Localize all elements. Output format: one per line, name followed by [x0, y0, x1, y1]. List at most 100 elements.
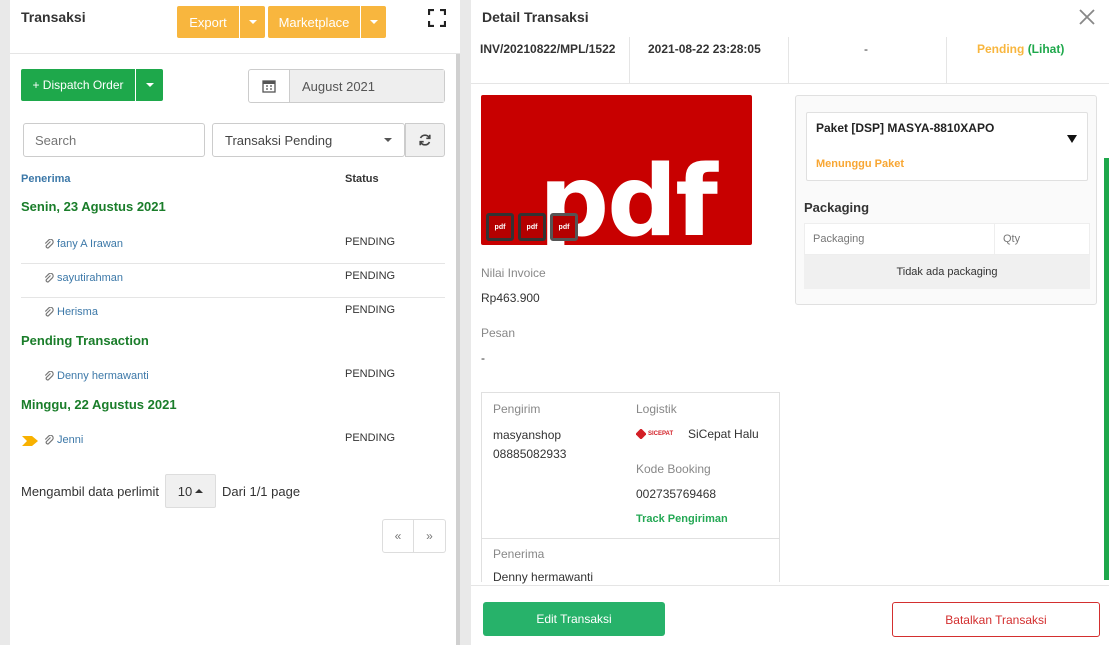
pdf-file-icon[interactable]: pdf — [550, 213, 578, 241]
divider — [482, 538, 779, 539]
booking-code-label: Kode Booking — [636, 462, 711, 476]
pdf-mini-label: pdf — [558, 223, 570, 231]
detail-header: Detail Transaksi — [471, 0, 1109, 37]
pager-next-button[interactable]: » — [414, 519, 446, 553]
receiver-name[interactable]: fany A Irawan — [57, 238, 123, 250]
refresh-button[interactable] — [405, 123, 445, 157]
export-dropdown-button[interactable] — [240, 6, 265, 38]
dispatch-group: + Dispatch Order — [21, 69, 163, 101]
group-title: Senin, 23 Agustus 2021 — [21, 199, 166, 214]
limit-select[interactable]: 10 — [165, 474, 217, 508]
summary-cell: Pending (Lihat) — [947, 37, 1109, 83]
close-icon[interactable] — [1079, 9, 1095, 25]
status-text: PENDING — [345, 368, 396, 380]
limit-value: 10 — [177, 483, 193, 499]
receiver-value: Denny hermawanti — [493, 570, 594, 584]
receiver-name[interactable]: sayutirahman — [57, 272, 123, 284]
detail-title: Detail Transaksi — [482, 9, 589, 25]
paperclip-icon — [44, 306, 54, 316]
detail-panel: Detail Transaksi INV/20210822/MPL/1522 2… — [471, 0, 1109, 645]
packaging-empty-row: Tidak ada packaging — [804, 255, 1090, 289]
table-row[interactable]: Jenni PENDING — [21, 426, 445, 460]
package-card: Paket [DSP] MASYA-8810XAPO Menunggu Pake… — [795, 95, 1097, 305]
package-status: Menunggu Paket — [816, 158, 905, 170]
page-title: Transaksi — [21, 9, 86, 25]
receiver-link[interactable]: Herisma — [44, 306, 98, 318]
packaging-table-header: Packaging Qty — [804, 223, 1090, 255]
logistics-value: SICEPAT SiCepat Halu — [636, 427, 759, 441]
sender-phone: 08885082933 — [493, 447, 567, 461]
receiver-link[interactable]: fany A Irawan — [44, 238, 123, 250]
sender-name: masyanshop — [493, 428, 562, 442]
group-title: Minggu, 22 Agustus 2021 — [21, 397, 177, 412]
summary-cell: INV/20210822/MPL/1522 — [471, 37, 630, 83]
packaging-column: Packaging — [805, 224, 995, 254]
table-row[interactable]: fany A Irawan PENDING — [21, 230, 445, 264]
marketplace-button[interactable]: Marketplace — [268, 6, 360, 38]
receiver-name[interactable]: Denny hermawanti — [57, 370, 149, 382]
table-row[interactable]: Herisma PENDING — [21, 298, 445, 332]
package-header[interactable]: Paket [DSP] MASYA-8810XAPO Menunggu Pake… — [806, 112, 1088, 181]
pdf-mini-label: pdf — [494, 223, 506, 231]
shipping-card: Pengirim masyanshop 08885082933 Logistik… — [481, 392, 780, 584]
pdf-mini-label: pdf — [526, 223, 538, 231]
receiver-link[interactable]: Jenni — [44, 434, 83, 446]
sicepat-logo: SICEPAT — [636, 427, 682, 441]
dispatch-dropdown-button[interactable] — [136, 69, 163, 101]
message-label: Pesan — [481, 326, 516, 340]
edit-transaction-button[interactable]: Edit Transaksi — [483, 602, 665, 636]
status-text: PENDING — [345, 304, 396, 316]
paperclip-icon — [44, 434, 54, 444]
transaction-list-panel: Transaksi Export Marketplace + Dispatch … — [10, 0, 460, 645]
chevron-down-icon — [369, 20, 378, 24]
limit-suffix: Dari 1/1 page — [222, 483, 301, 499]
invoice-pdf-preview[interactable]: pdf pdf pdf pdf — [481, 95, 752, 245]
invoice-number: INV/20210822/MPL/1522 — [480, 42, 616, 56]
receiver-link[interactable]: Denny hermawanti — [44, 370, 149, 382]
status-filter-select[interactable]: Transaksi Pending — [212, 123, 405, 157]
marketplace-dropdown-button[interactable] — [361, 6, 386, 38]
export-button[interactable]: Export — [177, 6, 239, 38]
status-value: Pending — [977, 42, 1025, 56]
pdf-file-icon[interactable]: pdf — [486, 213, 514, 241]
detail-footer: Edit Transaksi Batalkan Transaksi — [471, 585, 1109, 645]
month-picker[interactable]: August 2021 — [248, 69, 445, 103]
pagination-limit: Mengambil data perlimit 10 Dari 1/1 page — [21, 474, 300, 508]
pager-prev-button[interactable]: « — [382, 519, 414, 553]
export-group: Export — [177, 6, 265, 38]
left-scrollbar[interactable] — [456, 54, 460, 645]
calendar-icon[interactable] — [249, 70, 290, 102]
pdf-file-icon[interactable]: pdf — [518, 213, 546, 241]
transaction-datetime: 2021-08-22 23:28:05 — [648, 42, 761, 56]
search-input[interactable] — [23, 123, 205, 157]
table-row[interactable]: sayutirahman PENDING — [21, 264, 445, 298]
fullscreen-icon[interactable] — [428, 9, 446, 27]
cancel-transaction-button[interactable]: Batalkan Transaksi — [892, 602, 1100, 637]
left-header: Transaksi Export Marketplace — [10, 0, 460, 54]
column-receiver: Penerima — [21, 173, 71, 185]
paperclip-icon — [44, 370, 54, 380]
chevron-down-icon — [384, 138, 392, 142]
summary-cell: 2021-08-22 23:28:05 — [630, 37, 789, 83]
chevron-down-icon — [145, 83, 154, 87]
table-row[interactable]: Denny hermawanti PENDING — [21, 362, 445, 396]
transaction-summary: INV/20210822/MPL/1522 2021-08-22 23:28:0… — [471, 37, 1109, 84]
status-view-link[interactable]: (Lihat) — [1028, 42, 1065, 56]
packaging-title: Packaging — [804, 200, 870, 215]
status-text: PENDING — [345, 432, 396, 444]
group-title: Pending Transaction — [21, 333, 149, 348]
status-text: PENDING — [345, 270, 396, 282]
qty-column: Qty — [1003, 233, 1021, 245]
receiver-name[interactable]: Jenni — [57, 434, 83, 446]
summary-dash: - — [864, 42, 868, 56]
detail-scrollbar[interactable] — [1104, 158, 1109, 580]
track-shipment-link[interactable]: Track Pengiriman — [636, 513, 728, 525]
sender-label: Pengirim — [493, 402, 541, 416]
receiver-name[interactable]: Herisma — [57, 306, 98, 318]
message-value: - — [481, 351, 485, 365]
month-value: August 2021 — [290, 70, 444, 102]
caret-down-icon[interactable] — [1067, 135, 1077, 143]
receiver-label: Penerima — [493, 547, 545, 561]
dispatch-order-button[interactable]: + Dispatch Order — [21, 69, 135, 101]
receiver-link[interactable]: sayutirahman — [44, 272, 123, 284]
